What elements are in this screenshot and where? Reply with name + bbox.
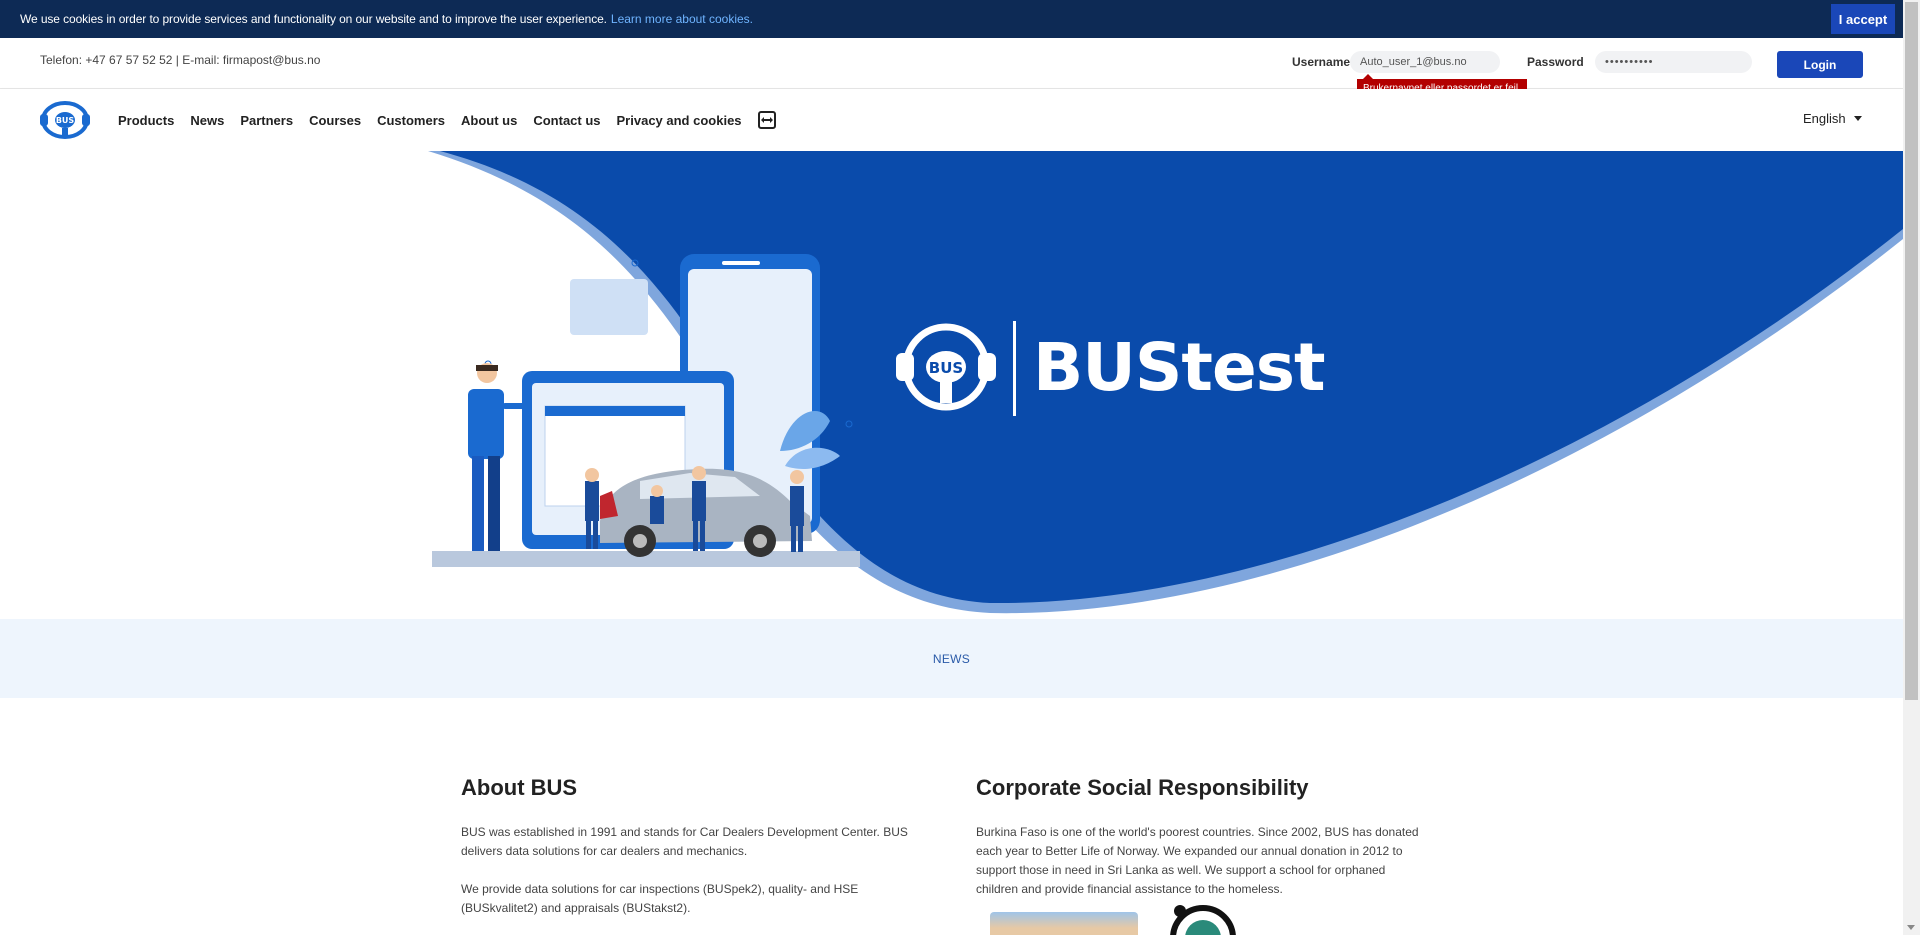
contact-info: Telefon: +47 67 57 52 52 | E-mail: firma… — [40, 53, 321, 67]
nav-item-contact-us[interactable]: Contact us — [533, 113, 600, 128]
username-input[interactable]: Auto_user_1@bus.no — [1350, 51, 1500, 73]
language-label: English — [1803, 111, 1846, 126]
news-label[interactable]: NEWS — [933, 652, 970, 666]
language-selector[interactable]: English — [1803, 111, 1862, 126]
nav-item-partners[interactable]: Partners — [240, 113, 293, 128]
hero-background: BUS — [428, 151, 1903, 619]
page-scrollbar[interactable] — [1903, 0, 1920, 935]
hero-title: BUStest — [1033, 329, 1326, 406]
news-section: NEWS — [0, 619, 1903, 698]
remote-support-icon[interactable] — [757, 111, 776, 129]
csr-photo — [990, 912, 1138, 935]
cookie-learn-more-link[interactable]: Learn more about cookies. — [611, 12, 753, 26]
cookie-banner: We use cookies in order to provide servi… — [0, 0, 1903, 38]
hero-banner: BUS BUStest — [0, 151, 1903, 619]
csr-paragraph-1: Burkina Faso is one of the world's poore… — [976, 825, 1419, 896]
username-label: Username — [1292, 55, 1351, 69]
password-input[interactable]: •••••••••• — [1595, 51, 1752, 73]
nav-item-news[interactable]: News — [190, 113, 224, 128]
about-title: About BUS — [461, 775, 578, 800]
login-button[interactable]: Login — [1777, 51, 1863, 78]
csr-title: Corporate Social Responsibility — [976, 775, 1309, 800]
partner-logo-icon — [1168, 903, 1238, 935]
password-label: Password — [1527, 55, 1584, 69]
logo-text: BUS — [56, 116, 75, 125]
nav-item-products[interactable]: Products — [118, 113, 174, 128]
nav-item-about-us[interactable]: About us — [461, 113, 517, 128]
main-navigation: BUS Products News Partners Courses Custo… — [0, 89, 1903, 151]
nav-menu: Products News Partners Courses Customers… — [118, 89, 776, 151]
cookie-accept-button[interactable]: I accept — [1831, 4, 1895, 34]
page: We use cookies in order to provide servi… — [0, 0, 1920, 935]
nav-item-customers[interactable]: Customers — [377, 113, 445, 128]
about-paragraph-2: We provide data solutions for car inspec… — [461, 882, 859, 915]
cookie-text: We use cookies in order to provide servi… — [20, 12, 607, 26]
csr-section: Corporate Social Responsibility Burkina … — [976, 775, 1426, 918]
nav-item-courses[interactable]: Courses — [309, 113, 361, 128]
chevron-down-icon — [1853, 116, 1862, 121]
hero-logo-text: BUS — [929, 359, 963, 377]
bus-logo[interactable]: BUS — [38, 98, 92, 142]
nav-item-privacy-cookies[interactable]: Privacy and cookies — [617, 113, 742, 128]
about-paragraph-1: BUS was established in 1991 and stands f… — [461, 825, 908, 858]
top-info-bar: Telefon: +47 67 57 52 52 | E-mail: firma… — [0, 38, 1903, 97]
scroll-down-arrow-icon[interactable] — [1907, 925, 1915, 930]
about-section: About BUS BUS was established in 1991 an… — [461, 775, 911, 935]
scrollbar-thumb[interactable] — [1905, 2, 1918, 700]
